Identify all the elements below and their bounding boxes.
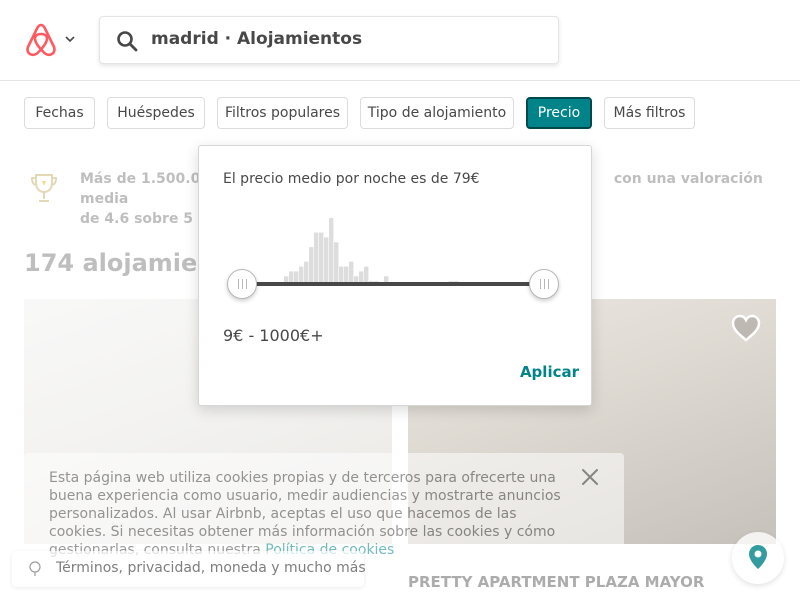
map-pin-icon [749,545,767,569]
histogram-bar [314,232,319,286]
apply-button[interactable]: Aplicar [509,363,579,383]
cookie-text: Esta página web utiliza cookies propias … [49,470,561,558]
close-icon[interactable] [581,468,599,486]
chevron-down-icon[interactable] [64,33,76,45]
average-price-text: El precio medio por noche es de 79€ [223,171,480,187]
filter-bar: Fechas Huéspedes Filtros populares Tipo … [0,81,800,145]
cookie-banner: Esta página web utiliza cookies propias … [24,453,624,563]
price-slider-track[interactable] [242,282,544,286]
globe-pin-icon [29,561,41,576]
filter-chip-tipo-alojamiento[interactable]: Tipo de alojamiento [360,97,514,129]
filter-chip-mas-filtros[interactable]: Más filtros [604,97,695,129]
price-slider-min-handle[interactable] [227,269,257,299]
filter-chip-precio[interactable]: Precio [526,97,592,129]
histogram-bar [324,237,329,286]
map-button[interactable] [732,532,784,584]
price-range-text: 9€ - 1000€+ [223,326,324,345]
footer-text: Términos, privacidad, moneda y mucho más [56,560,366,576]
histogram-bar [309,247,314,286]
price-histogram [284,218,459,286]
filter-chip-filtros-populares[interactable]: Filtros populares [217,97,348,129]
histogram-bar [329,218,334,286]
filter-chip-fechas[interactable]: Fechas [24,97,95,129]
price-slider-max-handle[interactable] [529,269,559,299]
histogram-bar [319,232,324,286]
listing-title[interactable]: PRETTY APARTMENT PLAZA MAYOR [408,573,704,591]
histogram-bar [334,242,339,286]
footer-bar[interactable]: Términos, privacidad, moneda y mucho más [12,551,366,587]
top-header: madrid · Alojamientos [0,0,800,81]
search-bar[interactable]: madrid · Alojamientos [99,16,559,64]
filter-chip-huespedes[interactable]: Huéspedes [107,97,205,129]
airbnb-logo-icon[interactable] [24,22,58,58]
price-filter-popover: El precio medio por noche es de 79€ 9€ -… [198,145,592,406]
search-icon [117,31,138,52]
search-input[interactable]: madrid · Alojamientos [151,29,362,49]
heart-icon[interactable] [730,313,762,343]
trophy-icon [30,174,58,202]
